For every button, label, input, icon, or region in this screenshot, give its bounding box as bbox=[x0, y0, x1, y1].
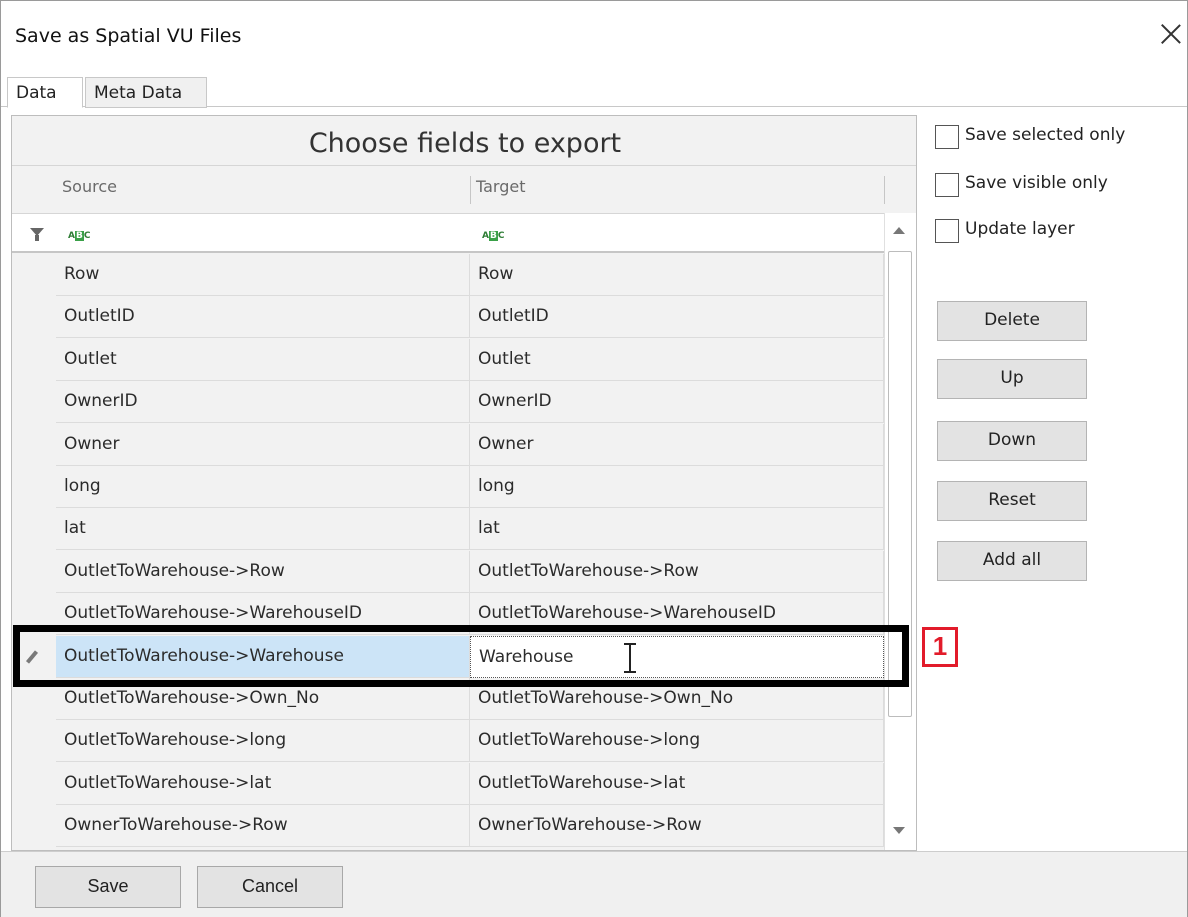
row-indicator[interactable] bbox=[12, 423, 56, 466]
target-cell[interactable]: OutletToWarehouse->WarehouseID bbox=[470, 593, 884, 636]
footer-bar: Save Cancel bbox=[1, 851, 1187, 917]
target-cell[interactable]: OutletToWarehouse->long bbox=[470, 720, 884, 763]
target-cell[interactable]: OutletToWarehouse->lat bbox=[470, 762, 884, 805]
row-indicator[interactable] bbox=[12, 550, 56, 593]
source-cell[interactable]: long bbox=[56, 465, 470, 508]
source-cell[interactable]: OwnerToWarehouse->Row bbox=[56, 805, 470, 848]
cancel-button[interactable]: Cancel bbox=[197, 866, 343, 908]
target-cell[interactable]: Outlet bbox=[470, 338, 884, 381]
table-row[interactable]: OutletToWarehouse->WarehouseID OutletToWa… bbox=[12, 593, 884, 636]
target-cell[interactable]: OutletToWarehouse->Own_No bbox=[470, 677, 884, 720]
source-cell[interactable]: OutletToWarehouse->long bbox=[56, 720, 470, 763]
target-cell[interactable]: OwnerToWarehouse->Row bbox=[470, 805, 884, 848]
source-cell[interactable]: OutletToWarehouse->lat bbox=[56, 762, 470, 805]
row-indicator[interactable] bbox=[12, 296, 56, 339]
target-cell[interactable]: Row bbox=[470, 254, 884, 296]
annotation-number: 1 bbox=[922, 627, 958, 667]
target-cell[interactable]: OwnerID bbox=[470, 381, 884, 424]
close-icon[interactable] bbox=[1155, 19, 1187, 51]
row-indicator[interactable] bbox=[12, 805, 56, 848]
filter-row[interactable]: ABC ABC bbox=[12, 213, 916, 253]
target-cell[interactable]: OutletID bbox=[470, 296, 884, 339]
tab-meta-data[interactable]: Meta Data bbox=[85, 77, 207, 108]
delete-button[interactable]: Delete bbox=[937, 301, 1087, 341]
source-cell[interactable]: lat bbox=[56, 508, 470, 551]
source-cell[interactable]: Owner bbox=[56, 423, 470, 466]
tab-data[interactable]: Data bbox=[7, 77, 83, 108]
table-row[interactable]: OutletToWarehouse->Row OutletToWarehouse-… bbox=[12, 550, 884, 593]
add-all-button[interactable]: Add all bbox=[937, 541, 1087, 581]
table-row[interactable]: OutletToWarehouse->long OutletToWarehouse… bbox=[12, 720, 884, 763]
tab-bar: Data Meta Data bbox=[1, 71, 1187, 108]
row-indicator[interactable] bbox=[12, 381, 56, 424]
source-cell[interactable]: OutletToWarehouse->Row bbox=[56, 550, 470, 593]
text-filter-icon[interactable]: ABC bbox=[482, 231, 504, 241]
scroll-up-icon[interactable] bbox=[893, 227, 905, 234]
options-panel: Save selected only Save visible only Upd… bbox=[919, 115, 1187, 851]
window-title: Save as Spatial VU Files bbox=[15, 25, 242, 47]
row-indicator[interactable] bbox=[12, 720, 56, 763]
target-cell-editor[interactable]: Warehouse bbox=[470, 635, 884, 678]
table-row[interactable]: OutletID OutletID bbox=[12, 296, 884, 339]
title-bar: Save as Spatial VU Files bbox=[1, 1, 1187, 71]
table-row[interactable]: long long bbox=[12, 465, 884, 508]
column-header-target[interactable]: Target bbox=[470, 167, 884, 212]
table-row[interactable]: OwnerToWarehouse->Row OwnerToWarehouse->R… bbox=[12, 805, 884, 848]
row-indicator[interactable] bbox=[12, 338, 56, 381]
down-button[interactable]: Down bbox=[937, 421, 1087, 461]
row-indicator[interactable] bbox=[12, 593, 56, 636]
save-visible-only-checkbox[interactable] bbox=[935, 173, 959, 197]
save-dialog: Save as Spatial VU Files Data Meta Data … bbox=[0, 0, 1188, 917]
column-header-source[interactable]: Source bbox=[56, 167, 470, 212]
table-row[interactable]: OutletToWarehouse->lat OutletToWarehouse-… bbox=[12, 762, 884, 805]
scroll-thumb[interactable] bbox=[888, 251, 912, 717]
filter-icon bbox=[30, 228, 44, 241]
source-cell[interactable]: OutletToWarehouse->WarehouseID bbox=[56, 593, 470, 636]
target-cell[interactable]: long bbox=[470, 465, 884, 508]
source-cell[interactable]: OutletToWarehouse->Own_No bbox=[56, 677, 470, 720]
vertical-scrollbar[interactable] bbox=[884, 213, 916, 850]
update-layer-checkbox[interactable] bbox=[935, 219, 959, 243]
row-indicator[interactable] bbox=[12, 635, 56, 678]
target-cell[interactable]: lat bbox=[470, 508, 884, 551]
row-indicator[interactable] bbox=[12, 465, 56, 508]
table-row[interactable]: OutletToWarehouse->Own_No OutletToWarehou… bbox=[12, 677, 884, 720]
source-cell[interactable]: Outlet bbox=[56, 338, 470, 381]
save-button[interactable]: Save bbox=[35, 866, 181, 908]
fields-grid: Choose fields to export Source Target AB… bbox=[11, 115, 917, 851]
target-cell[interactable]: Owner bbox=[470, 423, 884, 466]
source-cell[interactable]: OwnerID bbox=[56, 381, 470, 424]
update-layer-label: Update layer bbox=[965, 219, 1075, 239]
row-indicator[interactable] bbox=[12, 677, 56, 720]
source-cell[interactable]: OutletID bbox=[56, 296, 470, 339]
reset-button[interactable]: Reset bbox=[937, 481, 1087, 521]
save-selected-only-label: Save selected only bbox=[965, 125, 1126, 145]
save-selected-only-checkbox[interactable] bbox=[935, 125, 959, 149]
row-indicator[interactable] bbox=[12, 762, 56, 805]
text-filter-icon[interactable]: ABC bbox=[68, 231, 90, 241]
table-row[interactable]: OutletToWarehouse->Warehouse Warehouse bbox=[12, 635, 884, 678]
table-row[interactable]: Owner Owner bbox=[12, 423, 884, 466]
table-row[interactable]: OwnerID OwnerID bbox=[12, 381, 884, 424]
target-cell[interactable]: OutletToWarehouse->Row bbox=[470, 550, 884, 593]
table-row[interactable]: Outlet Outlet bbox=[12, 338, 884, 381]
source-cell[interactable]: OutletToWarehouse->Warehouse bbox=[56, 635, 470, 678]
column-divider[interactable] bbox=[884, 176, 885, 204]
save-visible-only-label: Save visible only bbox=[965, 173, 1108, 193]
row-indicator[interactable] bbox=[12, 508, 56, 551]
table-row[interactable]: Row Row bbox=[12, 254, 884, 296]
source-cell[interactable]: Row bbox=[56, 254, 470, 296]
text-cursor-icon bbox=[624, 643, 636, 673]
grid-title: Choose fields to export bbox=[12, 116, 916, 166]
up-button[interactable]: Up bbox=[937, 359, 1087, 399]
scroll-down-icon[interactable] bbox=[893, 827, 905, 834]
grid-rows: Row Row OutletID OutletID Outlet Outlet OwnerI… bbox=[12, 254, 884, 848]
table-row[interactable]: lat lat bbox=[12, 508, 884, 551]
edit-pencil-icon bbox=[25, 649, 39, 664]
row-indicator[interactable] bbox=[12, 254, 56, 296]
